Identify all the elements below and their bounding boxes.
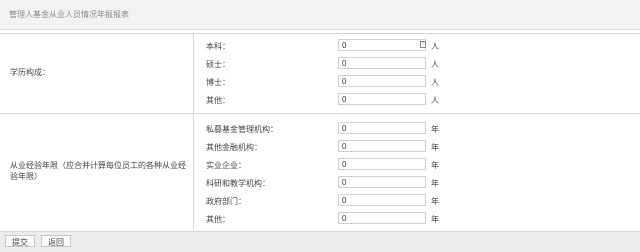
experience-private-fund-unit: 年 bbox=[431, 125, 439, 134]
education-bachelor-input[interactable] bbox=[338, 39, 426, 51]
experience-private-fund-input[interactable] bbox=[338, 122, 426, 134]
experience-private-fund-label: 私募基金管理机构： bbox=[206, 125, 278, 134]
experience-research-unit: 年 bbox=[431, 179, 439, 188]
back-button[interactable]: 返回 bbox=[41, 235, 71, 247]
experience-other-input[interactable] bbox=[338, 212, 426, 224]
education-doctor-unit: 人 bbox=[431, 78, 439, 87]
experience-financial-input[interactable] bbox=[338, 140, 426, 152]
report-form-page: 管理人基金从业人员情况年报报表 学历构成： 本科： ! 人 硕士： 人 博士： … bbox=[0, 0, 640, 252]
education-doctor-label: 博士： bbox=[206, 78, 230, 87]
form-table bbox=[0, 33, 640, 232]
title-bar: 管理人基金从业人员情况年报报表 bbox=[0, 0, 640, 30]
education-other-unit: 人 bbox=[431, 96, 439, 105]
experience-other-label: 其他： bbox=[206, 215, 230, 224]
experience-research-input[interactable] bbox=[338, 176, 426, 188]
page-title: 管理人基金从业人员情况年报报表 bbox=[9, 10, 129, 19]
education-master-unit: 人 bbox=[431, 60, 439, 69]
experience-government-label: 政府部门： bbox=[206, 197, 246, 206]
action-bar: 提交 返回 bbox=[0, 231, 640, 252]
experience-research-label: 科研和教学机构： bbox=[206, 179, 270, 188]
experience-other-unit: 年 bbox=[431, 215, 439, 224]
education-bachelor-unit: 人 bbox=[431, 42, 439, 51]
submit-button[interactable]: 提交 bbox=[5, 235, 35, 247]
experience-government-unit: 年 bbox=[431, 197, 439, 206]
calculator-icon[interactable]: ! bbox=[420, 41, 426, 48]
education-other-label: 其他： bbox=[206, 96, 230, 105]
experience-enterprise-label: 实业企业： bbox=[206, 161, 246, 170]
experience-enterprise-unit: 年 bbox=[431, 161, 439, 170]
education-doctor-input[interactable] bbox=[338, 75, 426, 87]
education-master-label: 硕士： bbox=[206, 60, 230, 69]
experience-financial-unit: 年 bbox=[431, 143, 439, 152]
experience-financial-label: 其他金融机构： bbox=[206, 143, 262, 152]
column-divider bbox=[193, 33, 194, 230]
education-bachelor-label: 本科： bbox=[206, 42, 230, 51]
education-section-label: 学历构成： bbox=[10, 68, 50, 77]
experience-enterprise-input[interactable] bbox=[338, 158, 426, 170]
education-master-input[interactable] bbox=[338, 57, 426, 69]
section-divider bbox=[0, 113, 640, 114]
experience-government-input[interactable] bbox=[338, 194, 426, 206]
experience-section-label: 从业经验年限（应合并计算每位员工的各种从业经验年限） bbox=[10, 161, 186, 181]
education-other-input[interactable] bbox=[338, 93, 426, 105]
